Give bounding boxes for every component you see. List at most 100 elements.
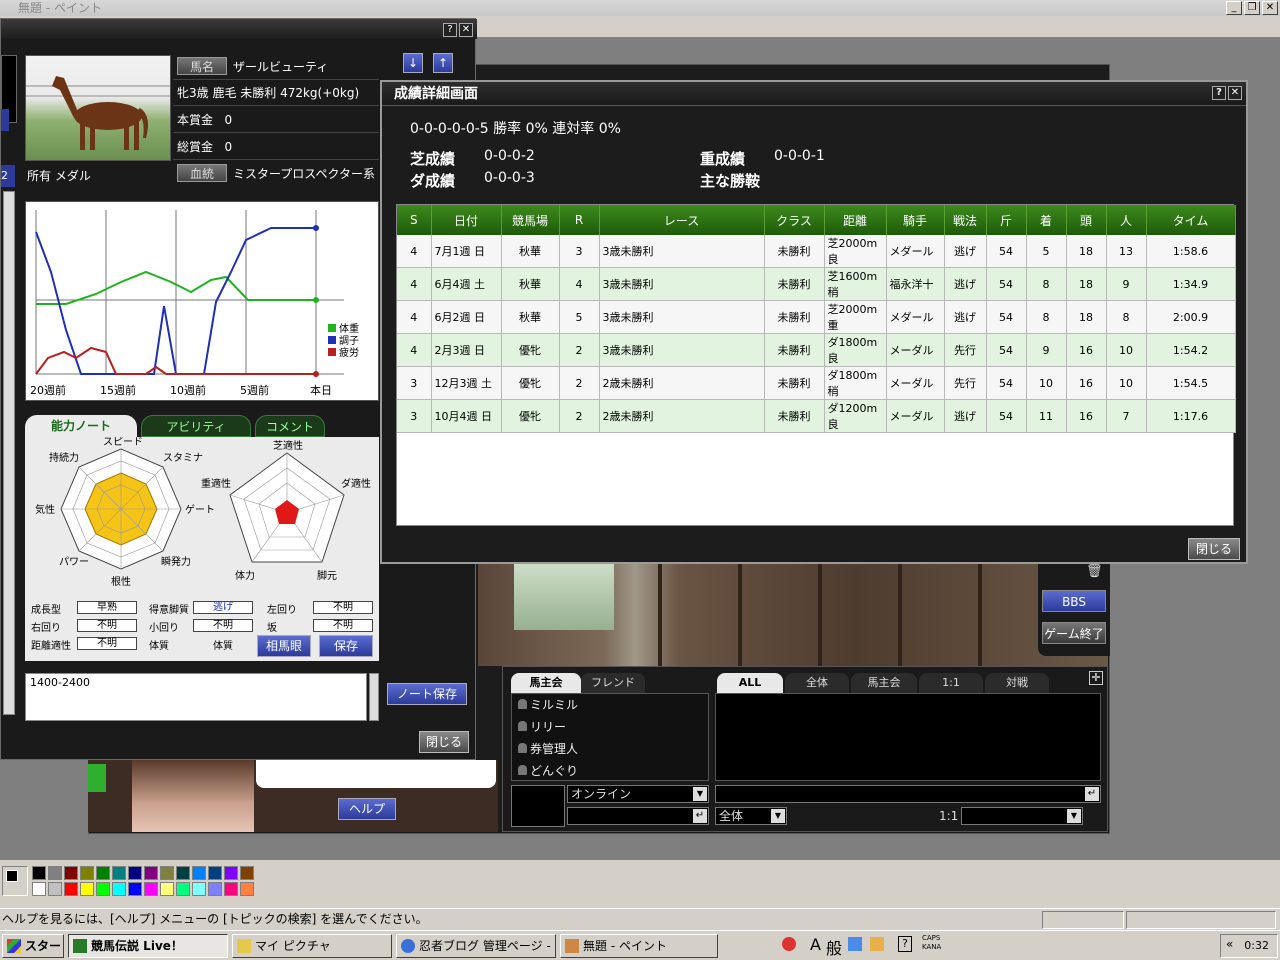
target-select[interactable]: ▼ (961, 807, 1083, 825)
color-swatch[interactable] (192, 882, 206, 896)
tray-icon[interactable] (782, 937, 796, 951)
color-swatch[interactable] (160, 882, 174, 896)
trash-icon[interactable]: 🗑 (1086, 564, 1103, 579)
left-edge-tab[interactable]: 2 (1, 165, 15, 187)
color-swatch[interactable] (96, 882, 110, 896)
list-item[interactable]: リリー (512, 716, 708, 738)
tab-all[interactable]: ALL (717, 673, 783, 693)
bbs-button[interactable]: BBS (1042, 590, 1106, 612)
color-swatch[interactable] (112, 866, 126, 880)
tab-comment[interactable]: コメント (255, 415, 325, 437)
column-header[interactable]: R (559, 205, 600, 235)
scope-select[interactable]: 全体 ▼ (715, 807, 787, 825)
color-swatch[interactable] (160, 866, 174, 880)
tab-global[interactable]: 全体 (785, 673, 849, 693)
color-swatch[interactable] (176, 866, 190, 880)
name-label-button[interactable]: 馬名 (177, 57, 227, 75)
ime-mode[interactable]: A (810, 935, 821, 954)
note-save-button[interactable]: ノート保存 (387, 683, 467, 705)
memo-scrollbar[interactable] (369, 673, 379, 721)
color-swatch[interactable] (32, 866, 46, 880)
tab-owners[interactable]: 馬主会 (851, 673, 917, 693)
color-swatch[interactable] (48, 866, 62, 880)
color-swatch[interactable] (208, 866, 222, 880)
task-my-pictures[interactable]: マイ ピクチャ (232, 934, 392, 958)
color-swatch[interactable] (176, 882, 190, 896)
task-keiba-legend[interactable]: 競馬伝説 Live！ (68, 934, 228, 958)
color-swatch[interactable] (128, 882, 142, 896)
list-item[interactable]: ミルミル (512, 694, 708, 716)
tab-versus[interactable]: 対戦 (985, 673, 1049, 693)
color-swatch[interactable] (64, 866, 78, 880)
table-row[interactable]: 4 2月3週 日優牝 2 3歳未勝利 未勝利 ダ1800m良 メーダル 先行 54 9 16 10 1:… (397, 333, 1236, 367)
close-horse-window-button[interactable]: 閉じる (419, 731, 469, 753)
soma-button[interactable]: 相馬眼 (257, 635, 311, 657)
color-swatch[interactable] (32, 882, 46, 896)
task-ninja-blog[interactable]: 忍者ブログ 管理ページ - ... (396, 934, 556, 958)
left-edge-button[interactable] (1, 109, 9, 131)
ime-tool-icon[interactable] (848, 937, 862, 951)
color-swatch[interactable] (112, 882, 126, 896)
status-select[interactable]: オンライン ▼ (567, 785, 709, 803)
column-header[interactable]: 競馬場 (501, 205, 560, 235)
column-header[interactable]: 日付 (431, 205, 502, 235)
close-icon[interactable]: ✕ (1228, 86, 1242, 100)
table-row[interactable]: 4 7月1週 日秋華 3 3歳未勝利 未勝利 芝2000m良 メダール 逃げ 54 5 18 13 1:… (397, 235, 1236, 268)
expand-icon[interactable]: ✛ (1089, 671, 1103, 685)
task-paint[interactable]: 無題 - ペイント (560, 934, 718, 958)
start-button[interactable]: スタート (2, 934, 64, 958)
help-icon[interactable]: ? (443, 23, 457, 37)
color-swatch[interactable] (240, 866, 254, 880)
column-header[interactable]: 頭 (1066, 205, 1107, 235)
color-swatch[interactable] (144, 882, 158, 896)
tab-owners-club[interactable]: 馬主会 (511, 673, 581, 693)
tab-abilities[interactable]: アビリティ (141, 415, 251, 437)
memo-textarea[interactable]: 1400-2400 (25, 673, 367, 721)
color-swatch[interactable] (192, 866, 206, 880)
color-swatch[interactable] (128, 866, 142, 880)
list-item[interactable]: 券管理人 (512, 738, 708, 760)
color-swatch[interactable] (144, 866, 158, 880)
help-icon[interactable]: ? (898, 936, 912, 952)
chat-input[interactable]: ↵ (715, 785, 1101, 803)
ime-dict-icon[interactable] (870, 937, 884, 951)
column-header[interactable]: 着 (1026, 205, 1067, 235)
column-header[interactable]: 戦法 (944, 205, 987, 235)
tab-friends[interactable]: フレンド (581, 673, 645, 693)
color-swatch[interactable] (224, 882, 238, 896)
bloodline-button[interactable]: 血統 (177, 164, 227, 182)
color-swatch[interactable] (224, 866, 238, 880)
color-swatch[interactable] (240, 882, 254, 896)
color-swatch[interactable] (80, 882, 94, 896)
list-item[interactable]: どんぐり (512, 760, 708, 782)
column-header[interactable]: S (397, 205, 432, 235)
close-button[interactable]: ✕ (1262, 1, 1278, 15)
color-swatch[interactable] (48, 882, 62, 896)
tab-one-to-one[interactable]: 1:1 (919, 673, 983, 693)
help-icon[interactable]: ? (1212, 86, 1226, 100)
save-button[interactable]: 保存 (319, 635, 373, 657)
tab-ability-note[interactable]: 能力ノート (25, 415, 137, 437)
column-header[interactable]: 騎手 (886, 205, 945, 235)
column-header[interactable]: 人 (1106, 205, 1147, 235)
close-icon[interactable]: ✕ (459, 23, 473, 37)
restore-button[interactable]: ❐ (1244, 1, 1260, 15)
status-message-input[interactable]: ↵ (567, 807, 709, 825)
left-scrollbar[interactable] (3, 191, 15, 715)
color-swatch[interactable] (80, 866, 94, 880)
sort-down-button[interactable]: ↓ (403, 53, 423, 73)
column-header[interactable]: クラス (764, 205, 825, 235)
close-results-button[interactable]: 閉じる (1188, 538, 1240, 560)
color-swatch[interactable] (96, 866, 110, 880)
table-row[interactable]: 3 10月4週 日優牝 2 2歳未勝利 未勝利 ダ1200m良 メーダル 逃げ 54 11 16 7 1… (397, 399, 1236, 433)
end-game-button[interactable]: ゲーム終了 (1042, 622, 1106, 644)
column-header[interactable]: タイム (1146, 205, 1236, 235)
ime-label[interactable]: 般 (826, 935, 842, 959)
column-header[interactable]: 斤 (986, 205, 1027, 235)
table-row[interactable]: 4 6月2週 日秋華 5 3歳未勝利 未勝利 芝2000m重 メダール 逃げ 54 8 18 8 2:0… (397, 300, 1236, 334)
table-row[interactable]: 4 6月4週 土秋華 4 3歳未勝利 未勝利 芝1600m稍 福永洋十 逃げ 54 8 18 9 1:3… (397, 267, 1236, 301)
minimize-button[interactable]: _ (1226, 1, 1242, 15)
color-swatch[interactable] (208, 882, 222, 896)
sort-up-button[interactable]: ↑ (433, 53, 453, 73)
color-swatch[interactable] (64, 882, 78, 896)
